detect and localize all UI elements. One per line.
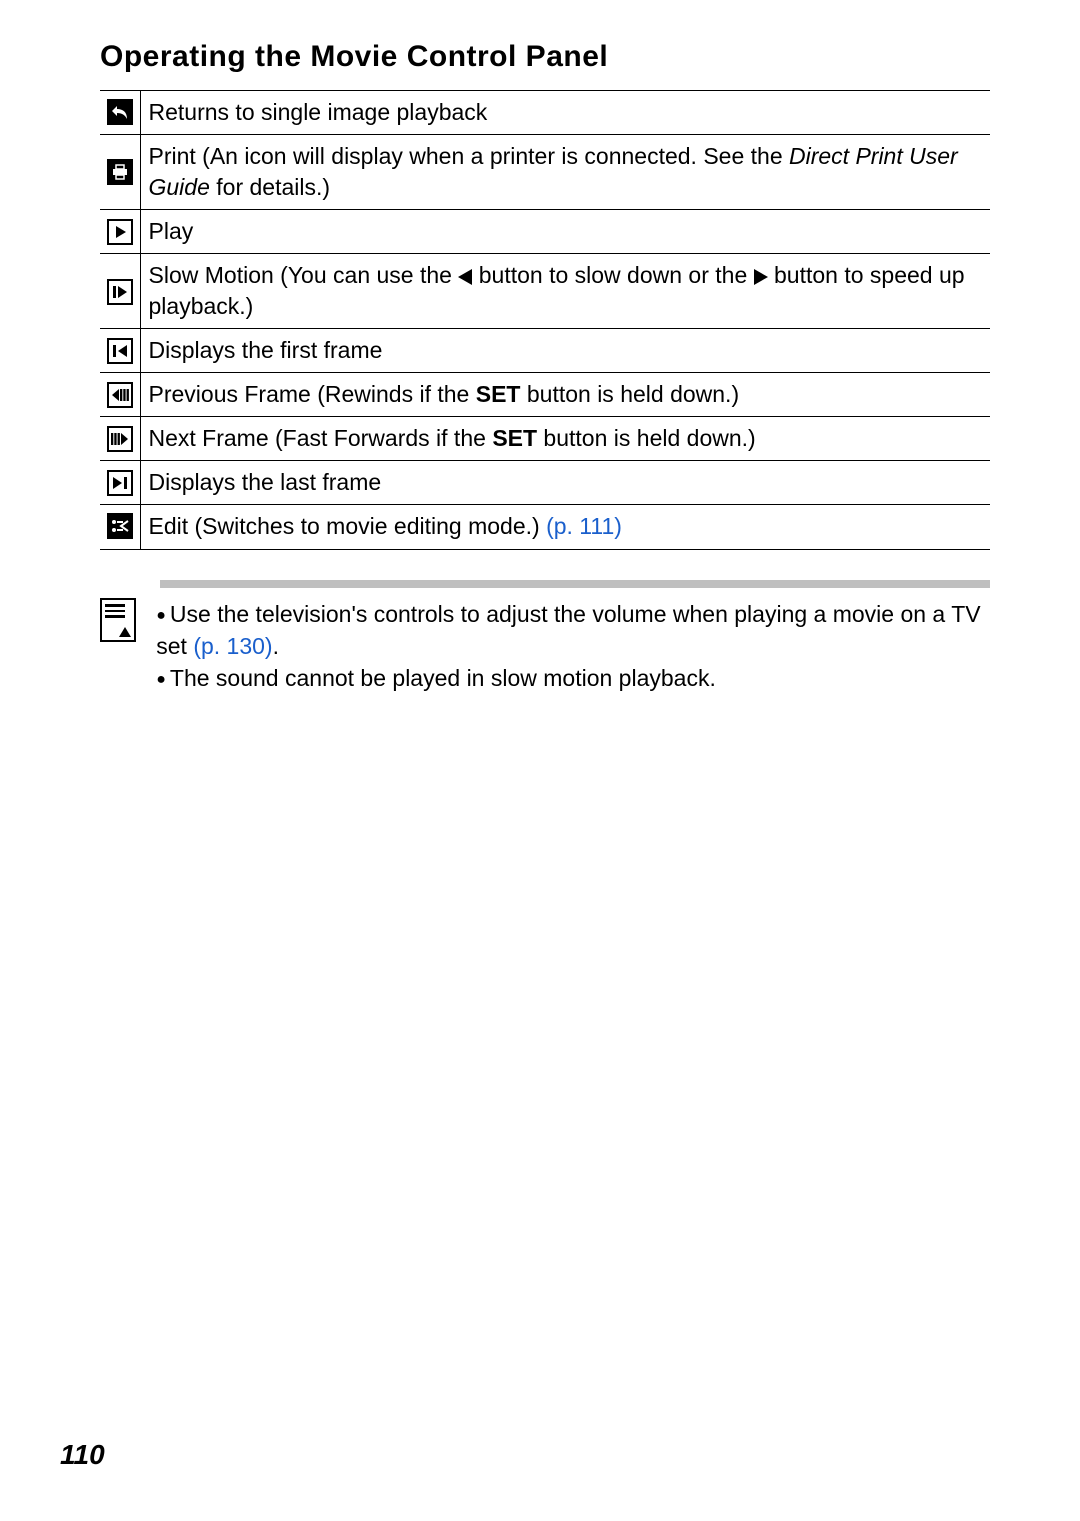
controls-table: Returns to single image playback Print (… — [100, 90, 990, 550]
control-description: Print (An icon will display when a print… — [140, 135, 990, 210]
table-row: Play — [100, 210, 990, 254]
print-icon — [107, 159, 133, 185]
control-description: Slow Motion (You can use the button to s… — [140, 254, 990, 329]
table-row: Edit (Switches to movie editing mode.) (… — [100, 505, 990, 549]
edit-icon — [107, 513, 133, 539]
table-row: Previous Frame (Rewinds if the SET butto… — [100, 373, 990, 417]
note-block: Use the television's controls to adjust … — [100, 580, 990, 695]
control-description: Displays the last frame — [140, 461, 990, 505]
first-frame-icon — [107, 338, 133, 364]
page-number: 110 — [60, 1439, 105, 1471]
prev-frame-icon — [107, 382, 133, 408]
table-row: Returns to single image playback — [100, 91, 990, 135]
right-arrow-icon — [754, 269, 768, 285]
table-row: Slow Motion (You can use the button to s… — [100, 254, 990, 329]
section-title: Operating the Movie Control Panel — [100, 40, 990, 74]
note-divider — [160, 580, 990, 588]
control-description: Edit (Switches to movie editing mode.) (… — [140, 505, 990, 549]
control-description: Next Frame (Fast Forwards if the SET but… — [140, 417, 990, 461]
left-arrow-icon — [458, 269, 472, 285]
last-frame-icon — [107, 470, 133, 496]
page-ref-link[interactable]: (p. 130) — [193, 633, 272, 659]
table-row: Displays the last frame — [100, 461, 990, 505]
control-description: Previous Frame (Rewinds if the SET butto… — [140, 373, 990, 417]
control-description: Returns to single image playback — [140, 91, 990, 135]
page-ref-link[interactable]: (p. 111) — [546, 513, 622, 539]
table-row: Displays the first frame — [100, 329, 990, 373]
control-description: Play — [140, 210, 990, 254]
next-frame-icon — [107, 426, 133, 452]
table-row: Next Frame (Fast Forwards if the SET but… — [100, 417, 990, 461]
note-icon — [100, 598, 136, 642]
play-icon — [107, 219, 133, 245]
control-description: Displays the first frame — [140, 329, 990, 373]
slow-motion-icon — [107, 279, 133, 305]
note-item: Use the television's controls to adjust … — [156, 598, 990, 662]
note-item: The sound cannot be played in slow motio… — [156, 662, 990, 694]
table-row: Print (An icon will display when a print… — [100, 135, 990, 210]
return-icon — [107, 99, 133, 125]
